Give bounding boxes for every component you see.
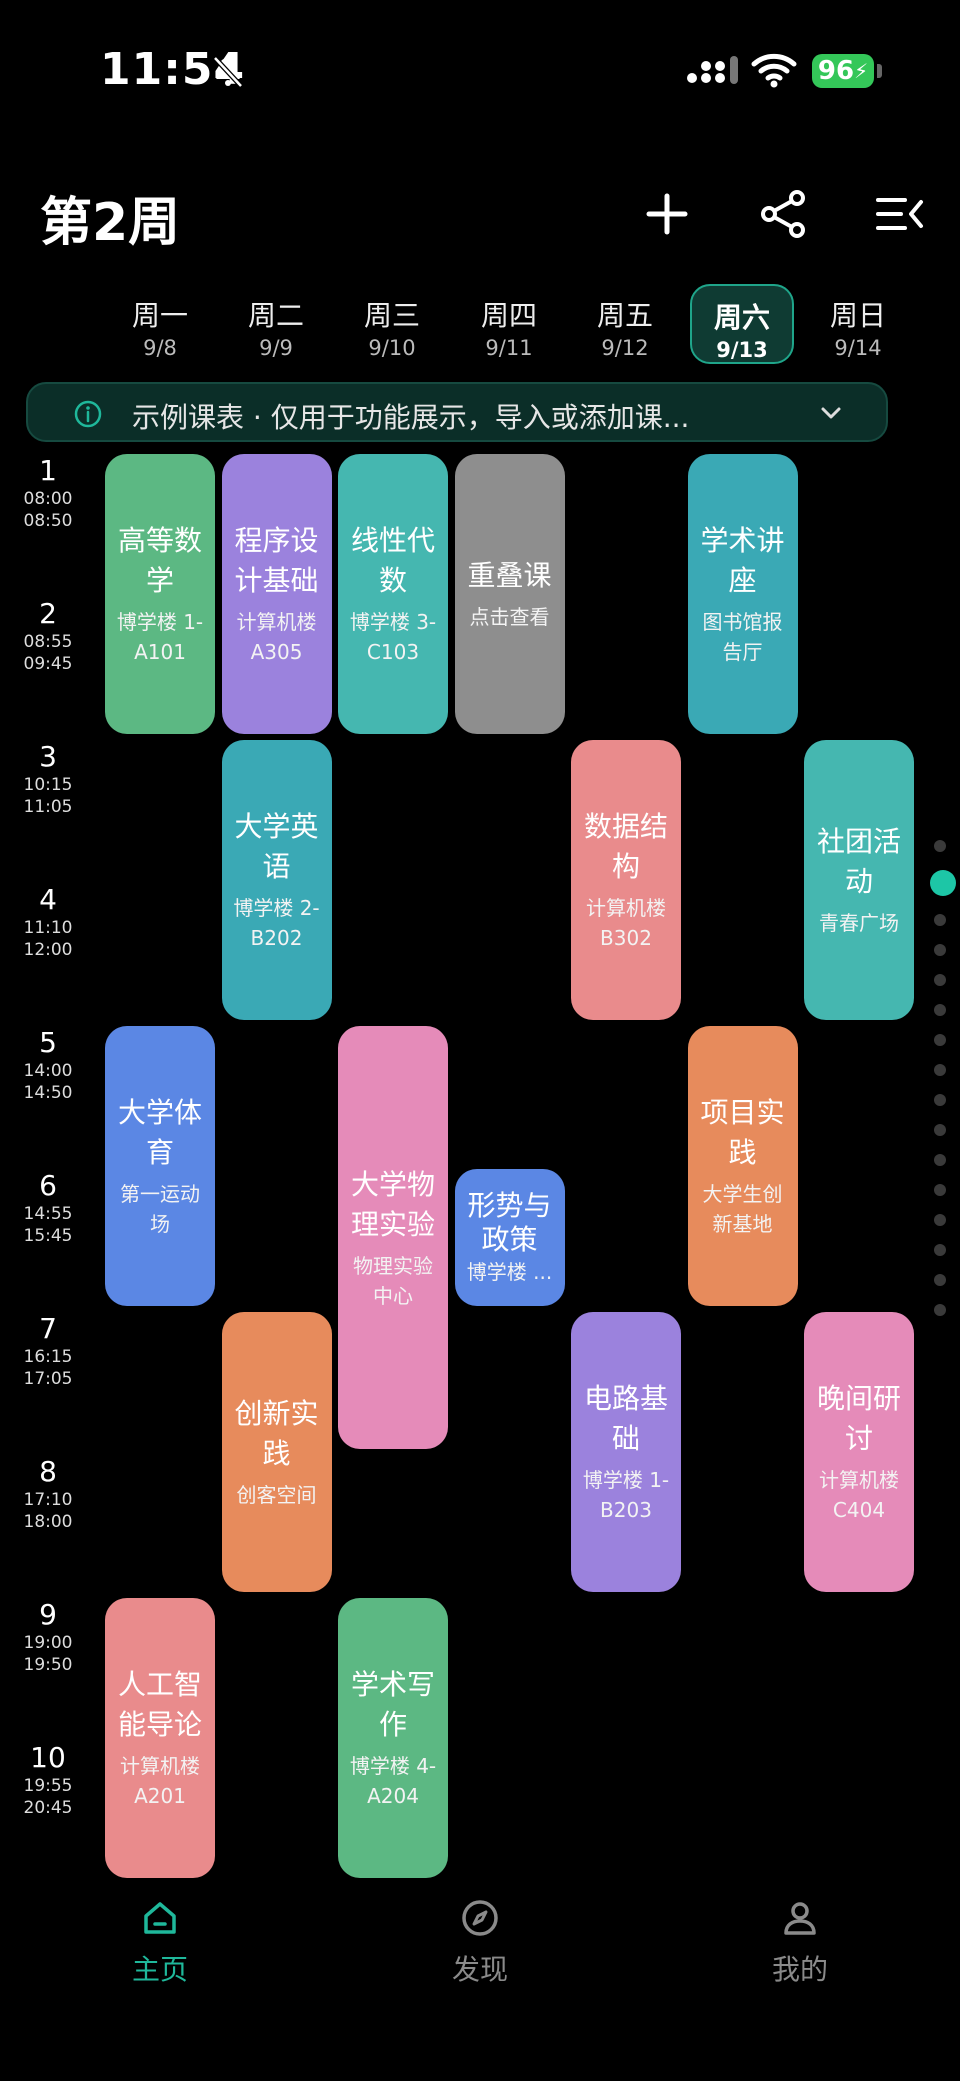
course-block[interactable]: 重叠课 点击查看: [454, 454, 565, 734]
course-name: 大学物理实验: [350, 1167, 435, 1241]
course-block[interactable]: 人工智能导论计算机楼A201: [105, 1598, 215, 1878]
notice-text: 示例课表 · 仅用于功能展示，导入或添加课...: [132, 401, 690, 434]
course-location: 计算机楼B302: [586, 896, 666, 950]
course-block[interactable]: 晚间研讨计算机楼C404: [804, 1312, 914, 1592]
course-block[interactable]: 社团活动 青春广场: [804, 740, 914, 1020]
course-location: 点击查看: [469, 605, 550, 629]
day-column-mon[interactable]: 周一 9/8: [108, 284, 212, 364]
battery-indicator: 96 ⚡: [812, 54, 874, 88]
course-name: 重叠课: [467, 559, 552, 592]
cellular-signal-icon: [687, 56, 738, 84]
course-name: 线性代数: [350, 524, 435, 597]
period-label: 8 17:10 18:00: [23, 1455, 73, 1532]
person-icon: [784, 1902, 816, 1935]
course-location: 博学楼 3-C103: [349, 610, 437, 664]
course-name: 形势与政策: [467, 1188, 552, 1256]
course-block[interactable]: 高等数学博学楼 1-A101: [105, 454, 215, 734]
add-course-button[interactable]: [637, 184, 697, 244]
course-location: 计算机楼A201: [120, 1754, 200, 1808]
tab-discover-label: 发现: [451, 1953, 508, 1986]
scroll-indicator-active-dot: [930, 870, 956, 896]
course-name: 大学体育: [117, 1096, 202, 1169]
course-location: 创客空间: [236, 1483, 317, 1507]
menu-collapse-icon: [876, 198, 923, 230]
tab-home-label: 主页: [131, 1953, 188, 1986]
bell-muted-icon: [213, 56, 243, 88]
course-location: 博学楼 1-A101: [116, 610, 204, 664]
course-location: 博学楼 ...: [466, 1259, 553, 1284]
course-location: 大学生创新基地: [702, 1182, 783, 1236]
course-location: 博学楼 4-A204: [349, 1754, 437, 1808]
period-label: 9 19:00 19:50: [23, 1598, 73, 1675]
course-location: 第一运动场: [120, 1182, 200, 1236]
period-label: 10 19:55 20:45: [23, 1741, 73, 1818]
course-location: 博学楼 2-B202: [233, 896, 320, 950]
course-block[interactable]: 线性代数博学楼 3-C103: [338, 454, 448, 734]
course-name: 电路基础: [583, 1382, 668, 1455]
status-bar: 11:54 96 ⚡: [0, 0, 960, 140]
plus-icon: [646, 193, 688, 235]
wifi-icon: [751, 53, 797, 88]
info-icon: [74, 400, 102, 428]
course-block[interactable]: 大学英语博学楼 2-B202: [221, 740, 332, 1020]
day-column-wed[interactable]: 周三 9/10: [340, 284, 444, 364]
compass-icon: [462, 1900, 498, 1936]
period-label: 2 08:55 09:45: [23, 597, 73, 674]
course-name: 创新实践: [234, 1397, 319, 1470]
period-label: 5 14:00 14:50: [23, 1026, 73, 1103]
course-name: 大学英语: [234, 810, 319, 883]
course-location: 青春广场: [819, 911, 899, 935]
battery-cap: [877, 64, 882, 78]
course-block[interactable]: 项目实践大学生创新基地: [687, 1026, 798, 1306]
period-label: 6 14:55 15:45: [23, 1169, 73, 1246]
day-column-sun[interactable]: 周日 9/14: [806, 284, 910, 364]
period-label: 1 08:00 08:50: [23, 454, 73, 531]
week-title[interactable]: 第2周: [40, 180, 180, 255]
course-block[interactable]: 大学物理实验物理实验中心: [338, 1026, 448, 1449]
course-name: 程序设计基础: [234, 524, 319, 597]
period-label: 3 10:15 11:05: [23, 740, 73, 817]
period-label: 7 16:15 17:05: [23, 1312, 73, 1389]
course-block[interactable]: 大学体育 第一运动场: [105, 1026, 215, 1306]
sample-schedule-notice[interactable]: 示例课表 · 仅用于功能展示，导入或添加课...: [26, 382, 888, 442]
course-name: 学术写作: [350, 1668, 435, 1741]
share-icon: [761, 190, 805, 238]
chevron-down-icon[interactable]: [820, 402, 842, 424]
course-location: 计算机楼A305: [236, 610, 317, 664]
tab-discover[interactable]: 发现: [400, 1898, 560, 1988]
course-location: 计算机楼C404: [819, 1468, 899, 1522]
course-block[interactable]: 形势与政策博学楼 ...: [454, 1169, 565, 1306]
day-column-fri[interactable]: 周五 9/12: [573, 284, 677, 364]
day-column-sat-selected[interactable]: 周六 9/13: [690, 284, 794, 364]
course-block[interactable]: 电路基础博学楼 1-B203: [571, 1312, 681, 1592]
course-name: 学术讲座: [700, 524, 785, 597]
share-button[interactable]: [754, 184, 814, 244]
course-name: 社团活动: [816, 825, 901, 898]
bottom-tab-bar: 主页 发现 我的: [0, 1880, 960, 2081]
course-name: 高等数学: [117, 524, 202, 597]
course-name: 项目实践: [700, 1096, 785, 1169]
scroll-indicator[interactable]: [930, 840, 956, 1334]
home-icon: [144, 1902, 176, 1934]
course-block[interactable]: 数据结构计算机楼B302: [571, 740, 681, 1020]
course-name: 人工智能导论: [117, 1668, 202, 1741]
course-location: 物理实验中心: [353, 1253, 433, 1308]
weekday-header: 周一 9/8 周二 9/9 周三 9/10 周四 9/11 周五 9/12 周六 9/13 …: [100, 284, 960, 370]
course-block[interactable]: 创新实践 创客空间: [221, 1312, 332, 1592]
course-block[interactable]: 学术讲座图书馆报告厅: [687, 454, 798, 734]
course-location: 博学楼 1-B203: [582, 1468, 670, 1522]
tab-home[interactable]: 主页: [80, 1898, 240, 1988]
course-block[interactable]: 学术写作博学楼 4-A204: [338, 1598, 448, 1878]
course-location: 图书馆报告厅: [702, 610, 783, 664]
day-column-thu[interactable]: 周四 9/11: [457, 284, 561, 364]
day-column-tue[interactable]: 周二 9/9: [224, 284, 328, 364]
course-name: 数据结构: [583, 810, 668, 883]
tab-profile[interactable]: 我的: [720, 1898, 880, 1988]
period-label: 4 11:10 12:00: [23, 883, 73, 960]
top-header: 第2周: [0, 170, 960, 260]
course-name: 晚间研讨: [816, 1382, 901, 1455]
tab-profile-label: 我的: [771, 1953, 828, 1986]
menu-button[interactable]: [870, 184, 930, 244]
course-block[interactable]: 程序设计基础计算机楼A305: [221, 454, 332, 734]
